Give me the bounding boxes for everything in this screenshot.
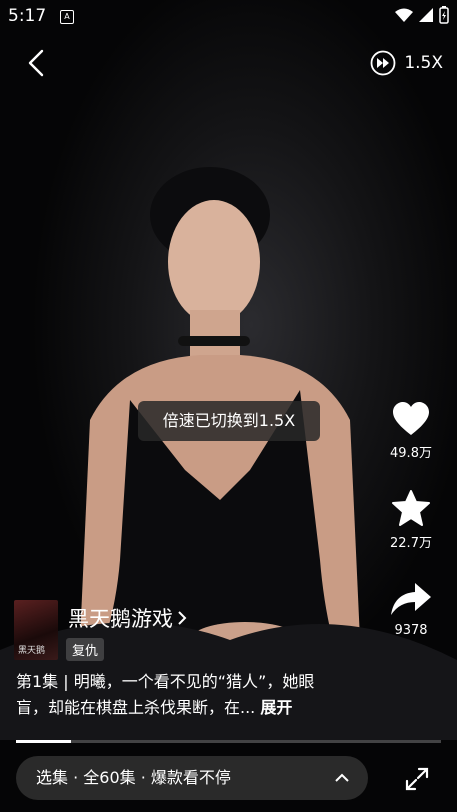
- fullscreen-icon: [405, 767, 429, 791]
- genre-tag[interactable]: 复仇: [66, 638, 105, 661]
- like-count: 49.8万: [390, 446, 432, 461]
- favorite-button[interactable]: 22.7万: [386, 490, 436, 551]
- chevron-up-icon: [335, 773, 349, 782]
- like-button[interactable]: 49.8万: [386, 402, 436, 461]
- episodes-selector[interactable]: 选集 · 全60集 · 爆款看不停: [16, 756, 368, 800]
- drama-title-link[interactable]: 黑天鹅游戏: [68, 603, 187, 633]
- video-player-screen[interactable]: 5:17 A 1.5X 倍速已切换到1.5X 49.8万 22.7万 9378 …: [0, 0, 457, 812]
- star-icon: [392, 490, 430, 526]
- episodes-label: 选集 · 全60集 · 爆款看不停: [36, 768, 231, 787]
- status-icons: [395, 6, 449, 24]
- speed-toast: 倍速已切换到1.5X: [138, 401, 320, 441]
- fullscreen-button[interactable]: [404, 766, 430, 792]
- expand-button[interactable]: 展开: [260, 698, 292, 717]
- video-progress-bar[interactable]: [16, 740, 441, 743]
- episode-description: 第1集 | 明曦，一个看不见的“猎人”，她眼盲，却能在棋盘上杀伐果断，在... …: [16, 669, 346, 721]
- heart-icon: [393, 402, 429, 435]
- progress-fill: [16, 740, 72, 743]
- share-icon: [391, 583, 431, 615]
- poster-title: 黑天鹅: [18, 646, 46, 656]
- notification-icon: A: [60, 10, 74, 24]
- status-time: 5:17: [8, 6, 47, 26]
- signal-icon: [419, 8, 433, 22]
- chevron-right-icon: [178, 611, 187, 625]
- drama-poster[interactable]: 黑天鹅: [14, 600, 58, 660]
- playback-speed-button[interactable]: 1.5X: [370, 48, 443, 78]
- share-button[interactable]: 9378: [386, 583, 436, 638]
- share-count: 9378: [394, 623, 428, 638]
- drama-title: 黑天鹅游戏: [68, 607, 173, 631]
- speed-label: 1.5X: [404, 53, 443, 73]
- favorite-count: 22.7万: [390, 536, 432, 551]
- wifi-icon: [395, 8, 413, 22]
- battery-icon: [439, 6, 449, 24]
- status-bar: 5:17 A: [0, 0, 457, 32]
- back-button[interactable]: [22, 48, 52, 78]
- fast-forward-icon: [370, 50, 396, 76]
- back-arrow-icon: [28, 49, 44, 77]
